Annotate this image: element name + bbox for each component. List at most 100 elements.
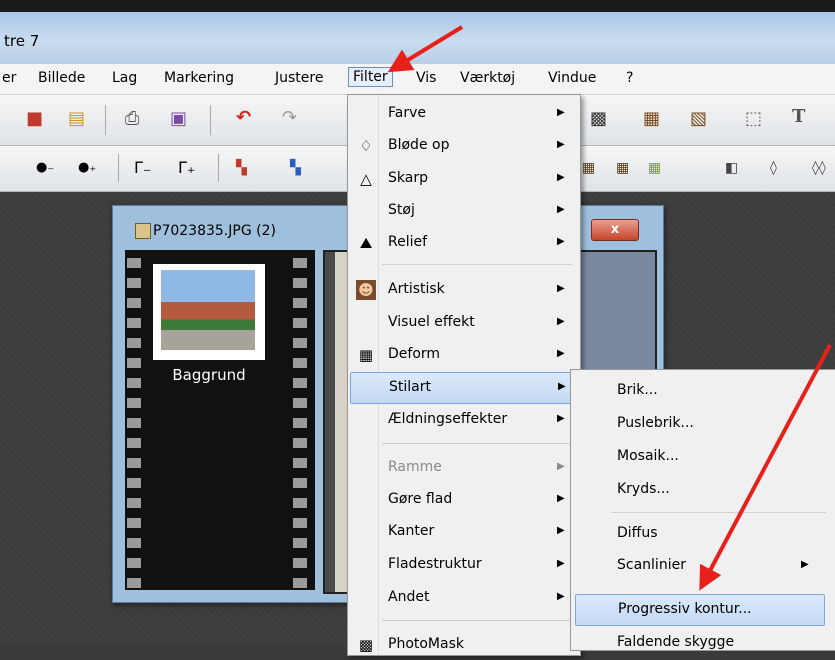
submenu-arrow-icon: ▶ xyxy=(557,172,565,183)
print-icon[interactable]: ⎙ xyxy=(125,109,139,129)
menu-item-fladestruktur[interactable]: Fladestruktur ▶ xyxy=(350,550,576,580)
menu-markering[interactable]: Markering xyxy=(164,70,234,86)
menu-item-visuel-effekt[interactable]: Visuel effekt ▶ xyxy=(350,308,576,338)
submenu-item-kryds[interactable]: Kryds... xyxy=(575,475,823,505)
submenu-arrow-icon: ▶ xyxy=(557,525,565,536)
save-icon[interactable]: ■ xyxy=(26,109,43,129)
menu-item-artistisk[interactable]: ☻ Artistisk ▶ xyxy=(350,275,576,305)
menu-item-skarp[interactable]: △ Skarp ▶ xyxy=(350,164,576,194)
stilart-submenu: Brik... Puslebrik... Mosaik... Kryds... … xyxy=(570,369,835,651)
menu-item-label: Visuel effekt xyxy=(388,314,475,330)
submenu-arrow-icon: ▶ xyxy=(557,348,565,359)
redo-icon[interactable]: ↷ xyxy=(282,108,297,128)
submenu-item-puslebrik[interactable]: Puslebrik... xyxy=(575,409,823,439)
submenu-arrow-icon: ▶ xyxy=(557,558,565,569)
menu-vaerktoj[interactable]: Værktøj xyxy=(460,70,515,86)
menu-item-andet[interactable]: Andet ▶ xyxy=(350,583,576,613)
mosaic-icon[interactable]: ▦ xyxy=(582,158,595,178)
submenu-arrow-icon: ▶ xyxy=(557,413,565,424)
menu-item-stoj[interactable]: Støj ▶ xyxy=(350,196,576,226)
submenu-arrow-icon: ▶ xyxy=(557,139,565,150)
grid-deform-icon: ▦ xyxy=(358,346,374,364)
menu-item-label: Deform xyxy=(388,346,441,362)
menu-item-label: Progressiv kontur... xyxy=(618,601,752,617)
submenu-item-faldende-skygge[interactable]: Faldende skygge xyxy=(575,628,823,658)
menu-separator xyxy=(382,443,572,444)
submenu-item-progressiv-kontur[interactable]: Progressiv kontur... xyxy=(575,594,825,626)
close-button[interactable]: x xyxy=(591,219,639,241)
toolbar-separator xyxy=(210,105,211,135)
menu-item-stilart[interactable]: Stilart ▶ xyxy=(350,372,578,404)
menu-item-farve[interactable]: Farve ▶ xyxy=(350,99,576,129)
menu-item-kanter[interactable]: Kanter ▶ xyxy=(350,517,576,547)
screen-top-strip xyxy=(0,0,835,12)
menu-justere[interactable]: Justere xyxy=(275,70,323,86)
menu-item-label: Scanlinier xyxy=(617,557,686,573)
submenu-arrow-icon: ▶ xyxy=(801,559,809,570)
scan-icon[interactable]: ▣ xyxy=(170,109,187,129)
image-file-icon xyxy=(135,223,151,239)
menu-item-label: Andet xyxy=(388,589,430,605)
menu-filter[interactable]: Filter xyxy=(348,67,393,87)
menu-item-label: Faldende skygge xyxy=(617,634,735,650)
menu-help[interactable]: ? xyxy=(626,70,633,86)
color-plus-icon[interactable]: ▚ xyxy=(290,158,301,178)
menu-item-label: Puslebrik... xyxy=(617,415,694,431)
crop-icon[interactable]: ⬚ xyxy=(745,109,762,129)
undo-icon[interactable]: ↶ xyxy=(236,108,251,128)
filter-menu: Farve ▶ ♢ Bløde op ▶ △ Skarp ▶ Støj ▶ ⛰ Reli… xyxy=(347,94,581,656)
grid-icon[interactable]: ▦ xyxy=(648,158,661,178)
menu-item-gore-flad[interactable]: Gøre flad ▶ xyxy=(350,485,576,515)
menu-bar: er Billede Lag Markering Justere Filter … xyxy=(0,64,835,95)
layer-thumbnail[interactable] xyxy=(153,264,265,360)
lighten-icon[interactable]: ●₊ xyxy=(78,158,96,178)
menu-item-ramme: Ramme ▶ xyxy=(350,453,576,483)
menu-lag[interactable]: Lag xyxy=(112,70,137,86)
menu-item-label: Relief xyxy=(388,234,428,250)
menu-item-label: Ældningseffekter xyxy=(388,411,508,427)
toolbar-separator xyxy=(105,105,106,135)
drop-icon[interactable]: ◊ xyxy=(770,158,777,178)
toolbar-separator xyxy=(118,154,119,182)
menu-item-deform[interactable]: ▦ Deform ▶ xyxy=(350,340,576,370)
drop-icon: ♢ xyxy=(359,137,373,155)
drops-icon[interactable]: ◊◊ xyxy=(812,158,826,178)
menu-separator xyxy=(611,512,826,513)
submenu-arrow-icon: ▶ xyxy=(557,493,565,504)
menu-item-label: Stilart xyxy=(389,379,431,395)
submenu-item-scanlinier[interactable]: Scanlinier ▶ xyxy=(575,551,823,581)
menu-billede[interactable]: Billede xyxy=(38,70,85,86)
menu-vis[interactable]: Vis xyxy=(416,70,436,86)
darken-icon[interactable]: ●₋ xyxy=(36,158,54,178)
half-icon[interactable]: ◧ xyxy=(725,158,738,178)
frame-effect-icon[interactable]: ▦ xyxy=(643,109,660,129)
triangle-icon: △ xyxy=(360,170,372,188)
film-holes-right xyxy=(293,250,307,590)
menu-item-photomask[interactable]: ▩ PhotoMask xyxy=(350,630,576,660)
submenu-arrow-icon: ▶ xyxy=(557,204,565,215)
properties-icon[interactable]: ▤ xyxy=(68,109,85,129)
menu-item-blode-op[interactable]: ♢ Bløde op ▶ xyxy=(350,131,576,161)
gamma-plus-icon[interactable]: Γ₊ xyxy=(178,158,195,178)
menu-item-label: Mosaik... xyxy=(617,448,679,464)
filter-effect-icon[interactable]: ▩ xyxy=(590,109,607,129)
color-minus-icon[interactable]: ▚ xyxy=(236,158,247,178)
submenu-item-mosaik[interactable]: Mosaik... xyxy=(575,442,823,472)
relief-icon: ⛰ xyxy=(359,234,373,252)
submenu-arrow-icon: ▶ xyxy=(557,316,565,327)
image-window-title: P7023835.JPG (2) xyxy=(153,223,276,239)
pattern-icon[interactable]: ▦ xyxy=(616,158,629,178)
submenu-item-brik[interactable]: Brik... xyxy=(575,376,823,406)
menu-item-aeldningseffekter[interactable]: Ældningseffekter ▶ xyxy=(350,405,576,435)
submenu-arrow-icon: ▶ xyxy=(557,283,565,294)
menu-item-relief[interactable]: ⛰ Relief ▶ xyxy=(350,228,576,258)
menu-file-partial[interactable]: er xyxy=(2,70,16,86)
submenu-item-diffus[interactable]: Diffus xyxy=(575,519,823,549)
menu-item-label: Ramme xyxy=(388,459,442,475)
gamma-minus-icon[interactable]: Γ₋ xyxy=(134,158,151,178)
menu-item-label: Fladestruktur xyxy=(388,556,482,572)
frame-effect-2-icon[interactable]: ▧ xyxy=(690,109,707,129)
text-icon[interactable]: T xyxy=(792,107,805,127)
menu-vindue[interactable]: Vindue xyxy=(548,70,596,86)
menu-separator xyxy=(382,264,572,265)
